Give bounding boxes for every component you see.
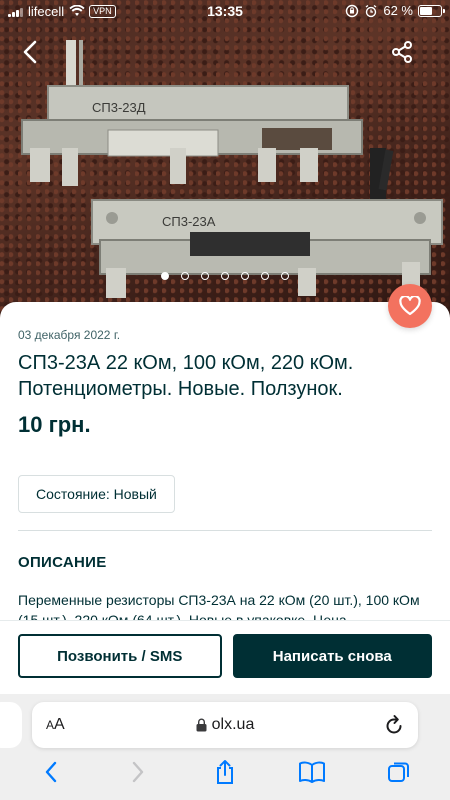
gallery-pagination[interactable] xyxy=(0,272,450,280)
tabs-icon xyxy=(387,762,409,782)
previous-tab-peek[interactable] xyxy=(0,702,22,748)
browser-forward-button[interactable] xyxy=(120,760,156,784)
message-button[interactable]: Написать снова xyxy=(232,634,432,678)
battery-level xyxy=(420,6,432,15)
share-icon xyxy=(392,41,412,63)
tabs-button[interactable] xyxy=(381,760,417,784)
divider xyxy=(18,530,432,531)
gallery-dot[interactable] xyxy=(201,272,209,280)
back-arrow-icon xyxy=(23,40,37,64)
favorite-button[interactable] xyxy=(388,284,432,328)
orientation-lock-icon xyxy=(346,4,359,17)
browser-chrome: AA olx.ua xyxy=(0,694,450,800)
reload-icon[interactable] xyxy=(384,714,404,736)
browser-back-button[interactable] xyxy=(33,760,69,784)
listing-title: СП3-23А 22 кОм, 100 кОм, 220 кОм. Потенц… xyxy=(18,352,354,400)
gallery-dot[interactable] xyxy=(161,272,169,280)
description-heading: ОПИСАНИЕ xyxy=(18,554,107,571)
browser-share-button[interactable] xyxy=(207,760,243,784)
listing-details: 03 декабря 2022 г. СП3-23А 22 кОм, 100 к… xyxy=(0,302,450,632)
listing-price: 10 грн. xyxy=(18,412,91,437)
listing-date: 03 декабря 2022 г. xyxy=(18,328,121,342)
condition-tag[interactable]: Состояние: Новый xyxy=(18,475,175,513)
chevron-right-icon xyxy=(132,761,144,783)
gallery-dot[interactable] xyxy=(241,272,249,280)
lock-icon xyxy=(196,718,207,732)
gallery-dot[interactable] xyxy=(181,272,189,280)
chevron-left-icon xyxy=(46,761,57,783)
back-button[interactable] xyxy=(12,34,48,70)
contact-action-bar: Позвонить / SMS Написать снова xyxy=(0,620,450,694)
book-icon xyxy=(298,761,325,783)
share-up-icon xyxy=(216,760,233,784)
gallery-dot[interactable] xyxy=(281,272,289,280)
share-button[interactable] xyxy=(384,34,420,70)
call-sms-button[interactable]: Позвонить / SMS xyxy=(18,634,222,678)
gallery-dot[interactable] xyxy=(261,272,269,280)
alarm-icon xyxy=(365,4,377,17)
photo-label-top: СП3-23Д xyxy=(92,100,146,115)
battery-icon xyxy=(418,4,445,17)
url-display[interactable]: olx.ua xyxy=(32,716,418,734)
bookmarks-button[interactable] xyxy=(294,760,330,784)
browser-toolbar xyxy=(0,760,450,784)
battery-percent: 62 % xyxy=(383,3,413,18)
gallery-dot[interactable] xyxy=(221,272,229,280)
address-bar[interactable]: AA olx.ua xyxy=(32,702,418,748)
listing-photo[interactable]: СП3-23Д СП3-23А xyxy=(0,0,450,330)
status-bar: lifecell VPN 13:35 62 % xyxy=(0,0,450,22)
url-text: olx.ua xyxy=(211,716,255,733)
heart-icon xyxy=(399,296,421,316)
photo-label-bottom: СП3-23А xyxy=(162,214,216,229)
potentiometer-photo-drawing: СП3-23Д СП3-23А xyxy=(21,40,443,298)
